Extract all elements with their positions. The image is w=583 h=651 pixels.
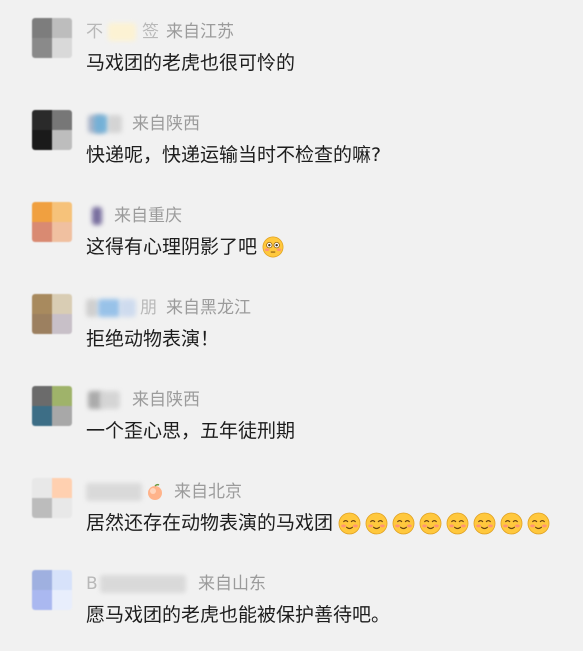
blushing-face-icon	[338, 512, 361, 534]
avatar[interactable]	[32, 294, 72, 334]
comment-body: 一个歪心思，五年徒刑期	[86, 420, 296, 442]
comment-meta: B 来自山东	[86, 572, 266, 596]
blushing-face-icon	[419, 512, 442, 534]
comment-body: 居然还存在动物表演的马戏团	[86, 512, 334, 534]
nickname-blurred[interactable]: 不 签	[86, 21, 159, 43]
comment-meta: 来自重庆	[86, 204, 182, 228]
comment-item: 来自北京 居然还存在动物表演的马戏团	[0, 460, 583, 552]
blushing-face-icon	[473, 512, 496, 534]
comment-item: 朋 来自黑龙江 拒绝动物表演！	[0, 276, 583, 368]
avatar[interactable]	[32, 110, 72, 150]
comment-body: 这得有心理阴影了吧	[86, 236, 258, 258]
avatar[interactable]	[32, 18, 72, 58]
comment-text: 马戏团的老虎也很可怜的	[86, 50, 295, 76]
blushing-face-icon	[365, 512, 388, 534]
location-label: 来自陕西	[132, 390, 200, 410]
avatar[interactable]	[32, 386, 72, 426]
comment-item: B 来自山东 愿马戏团的老虎也能被保护善待吧。	[0, 552, 583, 644]
avatar[interactable]	[32, 202, 72, 242]
flushed-face-icon	[262, 236, 284, 258]
comment-body: 马戏团的老虎也很可怜的	[86, 52, 296, 74]
location-label: 来自山东	[198, 574, 266, 594]
comment-meta: 来自北京	[86, 480, 242, 504]
nickname-char: B	[86, 574, 98, 594]
comment-feed: { "comments": [ { "nick_visible": "不", "…	[0, 0, 583, 651]
nickname-char: 朋	[140, 298, 157, 318]
comment-body: 愿马戏团的老虎也能被保护善待吧。	[86, 604, 391, 626]
comment-item: 来自重庆 这得有心理阴影了吧	[0, 184, 583, 276]
emoji-row	[334, 512, 550, 535]
nickname-blurred[interactable]	[86, 389, 124, 411]
comment-meta: 不 签 来自江苏	[86, 20, 234, 44]
peach-icon	[148, 483, 162, 500]
comment-text: 快递呢，快递运输当时不检查的嘛?	[86, 142, 381, 168]
blushing-face-icon	[527, 512, 550, 534]
nickname-blurred[interactable]	[86, 205, 106, 227]
location-label: 来自北京	[174, 482, 242, 502]
comment-meta: 来自陕西	[86, 388, 200, 412]
location-label: 来自重庆	[114, 206, 182, 226]
blushing-face-icon	[500, 512, 523, 534]
comment-body: 快递呢，快递运输当时不检查的嘛?	[86, 144, 382, 166]
comment-text: 愿马戏团的老虎也能被保护善待吧。	[86, 602, 390, 628]
nickname-blurred[interactable]	[86, 481, 166, 503]
avatar[interactable]	[32, 570, 72, 610]
blushing-face-icon	[446, 512, 469, 534]
comment-item: 来自陕西 快递呢，快递运输当时不检查的嘛?	[0, 92, 583, 184]
location-label: 来自黑龙江	[166, 298, 251, 318]
comment-text: 居然还存在动物表演的马戏团	[86, 510, 550, 536]
nickname-blurred[interactable]: B	[86, 573, 190, 595]
comment-meta: 来自陕西	[86, 112, 200, 136]
comment-item: 来自陕西 一个歪心思，五年徒刑期	[0, 368, 583, 460]
location-label: 来自江苏	[166, 22, 234, 42]
comment-text: 一个歪心思，五年徒刑期	[86, 418, 295, 444]
nickname-blurred[interactable]	[86, 113, 124, 135]
avatar[interactable]	[32, 478, 72, 518]
blushing-face-icon	[392, 512, 415, 534]
comment-body: 拒绝动物表演！	[86, 328, 220, 350]
comment-text: 拒绝动物表演！	[86, 326, 219, 352]
comment-item: 不 签 来自江苏 马戏团的老虎也很可怜的	[0, 0, 583, 92]
location-label: 来自陕西	[132, 114, 200, 134]
nickname-char: 签	[142, 22, 159, 42]
comment-meta: 朋 来自黑龙江	[86, 296, 251, 320]
nickname-char: 不	[86, 22, 103, 42]
nickname-blurred[interactable]: 朋	[86, 297, 158, 319]
comment-text: 这得有心理阴影了吧	[86, 234, 284, 260]
